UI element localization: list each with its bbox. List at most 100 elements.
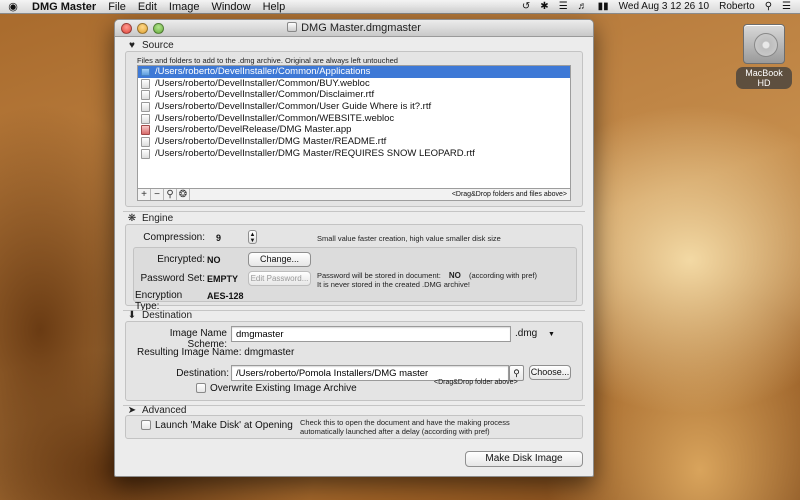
menu-window[interactable]: Window: [205, 0, 256, 14]
window-title: DMG Master.dmgmaster: [301, 22, 421, 34]
add-file-button[interactable]: +: [138, 189, 151, 200]
minimize-button[interactable]: [137, 23, 148, 34]
password-note: Password will be stored in document: NO …: [317, 271, 537, 280]
password-note-2: It is never stored in the created .DMG a…: [317, 280, 470, 289]
destination-drop-hint: <Drag&Drop folder above>: [434, 379, 518, 386]
make-disk-image-button[interactable]: Make Disk Image: [465, 451, 583, 467]
engine-heading: ❋ Engine: [127, 213, 173, 224]
overwrite-checkbox[interactable]: [196, 383, 206, 393]
change-encryption-button[interactable]: Change...: [248, 252, 311, 267]
engine-heading-label: Engine: [142, 213, 174, 224]
chevron-down-icon: ▼: [548, 331, 555, 338]
launch-note-2: automatically launched after a delay (ac…: [300, 427, 490, 436]
compression-label: Compression:: [143, 232, 205, 243]
window-titlebar[interactable]: DMG Master.dmgmaster: [115, 20, 593, 37]
wifi-icon[interactable]: ☰: [554, 0, 573, 14]
user-menu[interactable]: Roberto: [714, 0, 760, 14]
divider: [123, 211, 585, 212]
resulting-name: Resulting Image Name: dmgmaster: [137, 347, 294, 358]
file-list-item[interactable]: /Users/roberto/DevelInstaller/Common/Use…: [138, 101, 570, 113]
password-set-value: EMPTY: [207, 274, 239, 284]
hard-drive-icon[interactable]: [743, 24, 785, 64]
menu-help[interactable]: Help: [257, 0, 292, 14]
file-path: /Users/roberto/DevelInstaller/Common/WEB…: [155, 112, 395, 124]
compression-hint: Small value faster creation, high value …: [317, 234, 501, 243]
file-path: /Users/roberto/DevelInstaller/Common/App…: [155, 66, 371, 77]
file-list-item[interactable]: /Users/roberto/DevelInstaller/DMG Master…: [138, 136, 570, 148]
file-list-toolbar: + − ⚲ ❂ <Drag&Drop folders and files abo…: [137, 189, 571, 201]
folder-icon: [141, 67, 150, 76]
choose-destination-button[interactable]: Choose...: [529, 365, 571, 380]
close-button[interactable]: [121, 23, 132, 34]
divider: [123, 310, 585, 311]
file-path: /Users/roberto/DevelRelease/DMG Master.a…: [155, 124, 352, 136]
zoom-button[interactable]: [153, 23, 164, 34]
menu-file[interactable]: File: [102, 0, 132, 14]
file-path: /Users/roberto/DevelInstaller/DMG Master…: [155, 136, 387, 148]
launch-checkbox[interactable]: [141, 420, 151, 430]
engine-gear-icon: ❋: [127, 213, 137, 224]
file-list-item[interactable]: /Users/roberto/DevelInstaller/Common/Dis…: [138, 89, 570, 101]
desktop-drive[interactable]: MacBook HD: [736, 24, 792, 89]
menu-app-name[interactable]: DMG Master: [26, 0, 102, 14]
app-icon: [141, 125, 150, 136]
encryption-type-value: AES-128: [207, 291, 244, 301]
search-icon[interactable]: ⚲: [164, 189, 177, 200]
launch-label: Launch 'Make Disk' at Opening: [155, 420, 293, 431]
file-path: /Users/roberto/DevelInstaller/DMG Master…: [155, 147, 475, 159]
menu-image[interactable]: Image: [163, 0, 206, 14]
file-path: /Users/roberto/DevelInstaller/Common/Use…: [155, 101, 432, 113]
notification-list-icon[interactable]: ☰: [777, 0, 796, 14]
encrypted-value: NO: [207, 255, 221, 265]
remove-file-button[interactable]: −: [151, 189, 164, 200]
extension-select[interactable]: .dmg ▼: [515, 328, 555, 339]
destination-heading-label: Destination: [142, 310, 193, 321]
launch-note-1: Check this to open the document and have…: [300, 418, 510, 427]
file-icon: [141, 101, 150, 112]
compression-value: 9: [216, 233, 222, 243]
spotlight-icon[interactable]: ⚲: [760, 0, 777, 14]
file-path: /Users/roberto/DevelInstaller/Common/BUY…: [155, 77, 370, 89]
file-list-item[interactable]: /Users/roberto/DevelInstaller/Common/App…: [138, 66, 570, 78]
download-arrow-icon: ⬇: [127, 310, 137, 321]
password-note-value: NO: [448, 271, 461, 280]
resulting-name-label: Resulting Image Name:: [137, 347, 242, 358]
file-icon: [141, 90, 150, 101]
file-icon: [141, 148, 150, 159]
encryption-type-label: Encryption Type:: [135, 290, 183, 312]
drive-label: MacBook HD: [736, 67, 792, 89]
file-path: /Users/roberto/DevelInstaller/Common/Dis…: [155, 89, 375, 101]
file-list-item[interactable]: /Users/roberto/DevelInstaller/Common/BUY…: [138, 78, 570, 90]
divider: [123, 405, 585, 406]
document-icon: [287, 22, 298, 32]
time-machine-icon[interactable]: ↺: [517, 0, 535, 14]
source-drop-hint: <Drag&Drop folders and files above>: [451, 191, 567, 198]
file-icon: [141, 113, 150, 124]
password-set-label: Password Set:: [140, 273, 205, 284]
gear-icon[interactable]: ❂: [177, 189, 190, 200]
bluetooth-icon[interactable]: ✱: [535, 0, 553, 14]
password-note-text: Password will be stored in document:: [317, 271, 441, 280]
destination-heading: ⬇ Destination: [127, 310, 192, 321]
file-icon: [141, 136, 150, 147]
edit-password-button[interactable]: Edit Password...: [248, 271, 311, 286]
file-icon: [141, 78, 150, 89]
menu-edit[interactable]: Edit: [132, 0, 163, 14]
image-name-scheme-input[interactable]: [231, 326, 511, 342]
file-list-item[interactable]: /Users/roberto/DevelInstaller/DMG Master…: [138, 148, 570, 160]
menu-bar: ◉ DMG Master File Edit Image Window Help…: [0, 0, 800, 14]
extension-value: .dmg: [515, 328, 538, 339]
overwrite-label: Overwrite Existing Image Archive: [210, 383, 357, 394]
volume-icon[interactable]: ♬: [573, 0, 593, 14]
apple-menu-icon[interactable]: ◉: [0, 0, 26, 13]
clock[interactable]: Wed Aug 3 12 26 10: [614, 0, 714, 14]
compression-stepper[interactable]: ▲ ▼: [248, 230, 257, 244]
file-list[interactable]: /Users/roberto/DevelInstaller/Common/App…: [137, 65, 571, 189]
source-heading: ♥ Source: [127, 40, 174, 51]
file-list-item[interactable]: /Users/roberto/DevelRelease/DMG Master.a…: [138, 124, 570, 136]
source-heading-label: Source: [142, 40, 174, 51]
password-note-suffix: (according with pref): [469, 271, 537, 280]
file-list-item[interactable]: /Users/roberto/DevelInstaller/Common/WEB…: [138, 113, 570, 125]
battery-icon[interactable]: ▮▮: [593, 0, 614, 14]
resulting-name-value: dmgmaster: [244, 347, 295, 358]
